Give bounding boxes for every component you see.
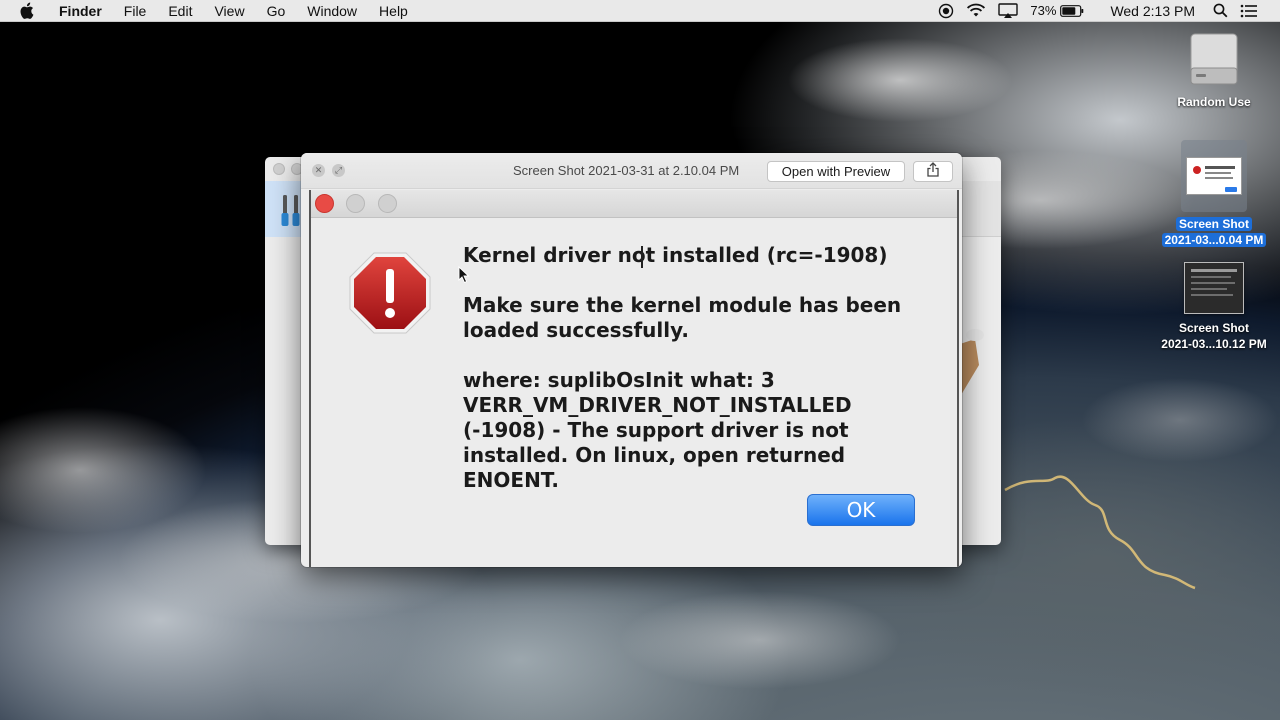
screenshot-thumbnail — [1184, 262, 1244, 314]
menu-app-finder[interactable]: Finder — [48, 0, 113, 22]
alert-zoom-dot — [378, 194, 397, 213]
share-icon — [926, 161, 940, 182]
screen-record-icon[interactable] — [938, 3, 954, 19]
desktop-icon-random-use[interactable]: Random Use — [1154, 32, 1274, 110]
open-with-preview-button[interactable]: Open with Preview — [767, 161, 905, 182]
airplay-icon[interactable] — [998, 2, 1019, 19]
desktop-icon-label: Random Use — [1177, 95, 1251, 109]
alert-text-block: Kernel driver not installed (rc=-1908) M… — [463, 243, 933, 518]
screenshot-preview-image: Kernel driver not installed (rc=-1908) M… — [309, 190, 959, 567]
mouse-cursor-icon — [458, 265, 470, 289]
menu-window[interactable]: Window — [296, 0, 368, 22]
quicklook-title: Screen Shot 2021-03-31 at 2.10.04 PM — [513, 163, 740, 178]
desktop-icon-label-date: 2021-03...10.12 PM — [1161, 337, 1267, 351]
desktop-icon-label: Screen Shot — [1175, 217, 1253, 231]
alert-title: Kernel driver not installed (rc=-1908) — [463, 243, 888, 267]
quicklook-window[interactable]: ✕ ⤢ Screen Shot 2021-03-31 at 2.10.04 PM… — [301, 153, 962, 567]
alert-details: where: suplibOsInit what: 3 VERR_VM_DRIV… — [463, 368, 852, 492]
drive-icon — [1188, 32, 1240, 88]
alert-close-dot — [315, 194, 334, 213]
alert-minimize-dot — [346, 194, 365, 213]
screenshot-thumbnail — [1181, 140, 1247, 212]
desktop-icon-screenshot-2[interactable]: Screen Shot 2021-03...10.12 PM — [1154, 262, 1274, 352]
notification-center-icon[interactable] — [1240, 4, 1258, 18]
desktop-icon-label: Screen Shot — [1178, 321, 1250, 335]
fullscreen-icon[interactable]: ⤢ — [332, 164, 345, 177]
spotlight-search-icon[interactable] — [1213, 3, 1228, 18]
menu-go[interactable]: Go — [256, 0, 297, 22]
menu-bar: Finder File Edit View Go Window Help 73%… — [0, 0, 1280, 22]
apple-menu-icon[interactable] — [20, 2, 36, 20]
menu-help[interactable]: Help — [368, 0, 419, 22]
stop-icon — [347, 250, 433, 341]
battery-percent[interactable]: 73% — [1030, 3, 1056, 18]
desktop-icon-label-date: 2021-03...0.04 PM — [1161, 233, 1267, 247]
alert-message: Make sure the kernel module has been loa… — [463, 293, 902, 342]
close-icon[interactable]: ✕ — [312, 164, 325, 177]
ok-button[interactable]: OK — [807, 494, 915, 526]
wifi-icon[interactable] — [966, 3, 986, 18]
menu-file[interactable]: File — [113, 0, 158, 22]
menu-view[interactable]: View — [203, 0, 255, 22]
quicklook-titlebar: ✕ ⤢ Screen Shot 2021-03-31 at 2.10.04 PM… — [301, 153, 962, 189]
desktop-icon-screenshot-1[interactable]: Screen Shot 2021-03...0.04 PM — [1154, 140, 1274, 248]
window-close-button[interactable] — [273, 163, 285, 175]
menu-clock[interactable]: Wed 2:13 PM — [1110, 3, 1195, 19]
text-caret — [641, 246, 643, 268]
share-button[interactable] — [913, 161, 953, 182]
wallpaper-river — [1004, 475, 1196, 590]
menu-edit[interactable]: Edit — [157, 0, 203, 22]
battery-icon[interactable] — [1060, 4, 1084, 17]
alert-titlebar — [311, 190, 957, 218]
